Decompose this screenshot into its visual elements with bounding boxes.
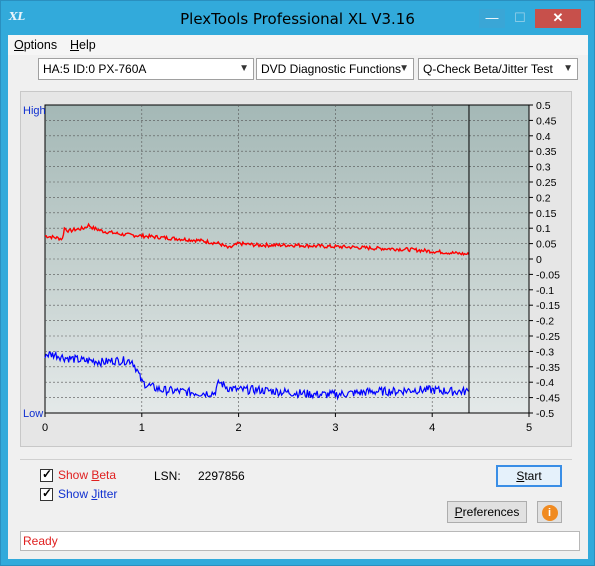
menu-options-mnemonic: O (14, 38, 24, 52)
y-tick-label: 0.2 (536, 192, 551, 204)
minimize-button[interactable]: — (479, 9, 505, 28)
y-tick-label: -0.15 (536, 300, 560, 312)
y-tick-label: 0.4 (536, 131, 551, 143)
x-tick-label: 5 (526, 422, 532, 434)
start-button[interactable]: Start (496, 465, 562, 487)
y-tick-label: 0.35 (536, 146, 557, 158)
close-button[interactable]: ✕ (535, 9, 581, 28)
menu-help-mnemonic: H (70, 38, 80, 52)
info-button[interactable]: i (537, 501, 562, 523)
preferences-button[interactable]: Preferences (447, 501, 527, 523)
status-text: Ready (23, 534, 58, 548)
title-bar[interactable]: XL PlexTools Professional XL V3.16 — ☐ ✕ (1, 1, 594, 35)
y-tick-label: -0.35 (536, 362, 560, 374)
status-bar: Ready (20, 531, 580, 551)
y-tick-label: -0.1 (536, 285, 554, 297)
chart-panel: 0.5 0.45 0.4 0.35 0.3 0.25 0.2 0.15 0.1 0.05 0 -0.0… (20, 91, 572, 447)
y-tick-label: 0.1 (536, 223, 551, 235)
axis-label-high: High (23, 105, 46, 117)
chevron-down-icon: ▼ (563, 63, 573, 74)
y-tick-label: -0.25 (536, 331, 560, 343)
y-tick-label: 0.15 (536, 208, 557, 220)
menu-help-label: elp (79, 38, 96, 52)
y-tick-label: 0.05 (536, 239, 557, 251)
y-tick-label: -0.2 (536, 316, 554, 328)
toolbar: HA:5 ID:0 PX-760A ▼ DVD Diagnostic Funct… (8, 55, 588, 85)
menu-options-label: ptions (23, 38, 58, 52)
y-tick-label: -0.5 (536, 408, 554, 420)
menu-options[interactable]: Options (14, 38, 57, 52)
show-beta-checkbox[interactable]: Show Beta (40, 467, 116, 483)
test-select[interactable]: Q-Check Beta/Jitter Test ▼ (418, 58, 578, 80)
chevron-down-icon: ▼ (239, 63, 249, 74)
x-tick-label: 0 (42, 422, 48, 434)
info-icon: i (541, 505, 558, 521)
menu-help[interactable]: Help (70, 38, 96, 52)
y-tick-label: 0.25 (536, 177, 557, 189)
lsn-value: 2297856 (198, 469, 245, 483)
drive-select[interactable]: HA:5 ID:0 PX-760A ▼ (38, 58, 254, 80)
y-tick-label: -0.3 (536, 346, 554, 358)
y-tick-label: 0.45 (536, 115, 557, 127)
y-tick-label: -0.4 (536, 377, 554, 389)
show-jitter-checkbox[interactable]: Show Jitter (40, 486, 117, 502)
beta-jitter-chart: 0.5 0.45 0.4 0.35 0.3 0.25 0.2 0.15 0.1 0.05 0 -0.0… (23, 100, 560, 434)
show-beta-label: Show Beta (58, 468, 117, 482)
axis-label-low: Low (23, 408, 43, 420)
y-tick-label: -0.45 (536, 393, 560, 405)
x-tick-label: 4 (429, 422, 435, 434)
maximize-button[interactable]: ☐ (507, 9, 533, 28)
lsn-label: LSN: (154, 469, 181, 483)
function-select[interactable]: DVD Diagnostic Functions ▼ (256, 58, 414, 80)
test-select-value: Q-Check Beta/Jitter Test (423, 62, 553, 76)
y-tick-label: -0.05 (536, 269, 560, 281)
x-tick-label: 1 (139, 422, 145, 434)
checkbox-checked-icon[interactable] (40, 486, 53, 501)
y-tick-label: 0.3 (536, 162, 551, 174)
app-window: XL PlexTools Professional XL V3.16 — ☐ ✕… (0, 0, 595, 566)
menu-bar: Options Help (8, 35, 588, 55)
drive-select-value: HA:5 ID:0 PX-760A (43, 62, 147, 76)
window-title: PlexTools Professional XL V3.16 (180, 10, 415, 28)
show-jitter-label: Show Jitter (58, 487, 118, 501)
client-area: Options Help HA:5 ID:0 PX-760A ▼ DVD Dia… (8, 35, 588, 559)
controls-area: Show Beta Show Jitter LSN: 2297856 Start… (8, 453, 588, 527)
x-tick-label: 3 (332, 422, 338, 434)
y-tick-label: 0 (536, 254, 542, 266)
checkbox-checked-icon[interactable] (40, 467, 53, 482)
x-tick-label: 2 (236, 422, 242, 434)
y-tick-label: 0.5 (536, 100, 551, 112)
function-select-value: DVD Diagnostic Functions (261, 62, 402, 76)
chevron-down-icon: ▼ (399, 63, 409, 74)
